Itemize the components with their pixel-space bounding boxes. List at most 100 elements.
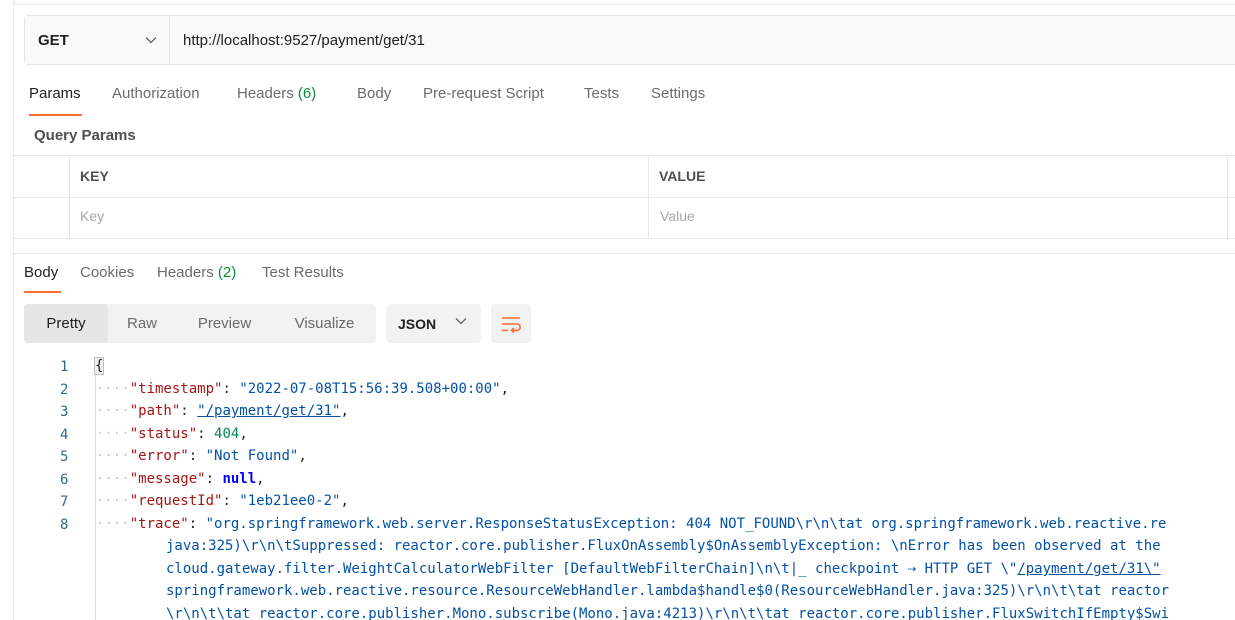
comma: ,	[239, 426, 248, 442]
tab-headers-count: (6)	[297, 85, 317, 102]
line-number: 4	[60, 427, 69, 443]
json-string: "2022-07-08T15:56:39.508+00:00"	[239, 381, 501, 397]
tab-authorization[interactable]: Authorization	[112, 85, 200, 102]
json-number: 404	[214, 426, 240, 442]
indent-dots: ····	[96, 448, 130, 464]
comma: ,	[340, 403, 349, 419]
code-line-3: ····"path": "/payment/get/31",	[96, 403, 349, 419]
line-number: 6	[60, 472, 69, 488]
json-key: "trace"	[129, 516, 189, 532]
json-key: "path"	[129, 403, 181, 419]
key-input[interactable]: Key	[80, 208, 104, 224]
colon: :	[197, 426, 215, 442]
code-line-5: ····"error": "Not Found",	[96, 448, 307, 464]
tab-response-body[interactable]: Body	[24, 264, 58, 281]
view-raw-button[interactable]: Raw	[108, 304, 176, 343]
response-body-viewer[interactable]: 1 2 3 4 5 6 7 8 { ····"timestamp": "2022…	[0, 355, 1235, 620]
method-label: GET	[38, 31, 69, 49]
trace-string: cloud.gateway.filter.WeightCalculatorWeb…	[166, 561, 1018, 577]
tab-tests[interactable]: Tests	[584, 85, 619, 102]
chevron-down-icon	[455, 318, 467, 325]
chevron-down-icon	[145, 37, 157, 44]
comma: ,	[298, 448, 307, 464]
indent-dots: ····	[96, 381, 130, 397]
format-select[interactable]: JSON	[386, 304, 481, 343]
json-key: "requestId"	[129, 493, 223, 509]
indent-dots: ····	[96, 493, 130, 509]
request-url-bar: GET http://localhost:9527/payment/get/31	[24, 15, 1235, 65]
tab-test-results[interactable]: Test Results	[262, 264, 344, 281]
value-input[interactable]: Value	[660, 208, 695, 224]
colon: :	[205, 471, 223, 487]
column-divider	[69, 156, 70, 238]
code-line-4: ····"status": 404,	[96, 426, 248, 442]
url-input[interactable]: http://localhost:9527/payment/get/31	[170, 16, 1235, 64]
json-string: "1eb21ee0-2"	[239, 493, 341, 509]
comma: ,	[500, 381, 510, 397]
indent-dots: ····	[96, 403, 130, 419]
indent-dots: ····	[96, 516, 130, 532]
top-panel-edge	[14, 0, 1235, 5]
table-header-row: KEY VALUE	[13, 156, 1235, 198]
tab-cookies[interactable]: Cookies	[80, 264, 134, 281]
format-label: JSON	[398, 315, 437, 332]
comma: ,	[340, 493, 349, 509]
colon: :	[180, 403, 198, 419]
line-number: 8	[60, 517, 69, 533]
json-string: "Not Found"	[205, 448, 299, 464]
colon: :	[188, 448, 206, 464]
indent-dots: ····	[96, 426, 130, 442]
path-link[interactable]: "/payment/get/31"	[197, 403, 340, 419]
code-line-8: ····"trace": "org.springframework.web.se…	[96, 516, 1166, 532]
open-brace: {	[94, 357, 105, 375]
table-row: Key Value	[13, 198, 1235, 239]
line-number: 3	[60, 404, 69, 420]
code-line-6: ····"message": null,	[96, 471, 265, 487]
colon: :	[222, 381, 240, 397]
json-key: "status"	[129, 426, 198, 442]
query-params-table: KEY VALUE Key Value	[13, 155, 1235, 239]
trace-string: "org.springframework.web.server.Response…	[205, 516, 1167, 532]
json-key: "timestamp"	[129, 381, 223, 397]
code-line-8-wrap-3: springframework.web.reactive.resource.Re…	[166, 583, 1169, 599]
query-params-title: Query Params	[34, 127, 136, 144]
trace-path-link[interactable]: /payment/get/31\"	[1017, 561, 1160, 577]
trace-string: java:325)\r\n\tSuppressed: reactor.core.…	[166, 538, 1161, 554]
column-divider	[1227, 156, 1228, 238]
active-response-tab-indicator	[24, 291, 61, 293]
json-null: null	[222, 471, 257, 487]
column-header-key: KEY	[80, 168, 109, 184]
tab-settings[interactable]: Settings	[651, 85, 705, 102]
code-line-8-wrap-4: \r\n\t\tat reactor.core.publisher.Mono.s…	[166, 606, 1169, 620]
line-number: 5	[60, 449, 69, 465]
code-line-8-wrap-1: java:325)\r\n\tSuppressed: reactor.core.…	[166, 538, 1161, 554]
tab-headers[interactable]: Headers (6)	[237, 85, 316, 102]
tab-body[interactable]: Body	[357, 85, 391, 102]
indent-dots: ····	[96, 471, 130, 487]
wrap-lines-button[interactable]	[491, 304, 531, 343]
column-divider	[648, 156, 649, 238]
column-header-value: VALUE	[659, 168, 706, 184]
view-visualize-button[interactable]: Visualize	[273, 304, 376, 343]
line-number: 1	[60, 359, 69, 375]
response-divider[interactable]	[13, 253, 1235, 254]
code-line-7: ····"requestId": "1eb21ee0-2",	[96, 493, 349, 509]
tab-response-headers[interactable]: Headers (2)	[157, 264, 236, 281]
colon: :	[222, 493, 240, 509]
active-tab-indicator	[29, 114, 82, 116]
view-pretty-button[interactable]: Pretty	[24, 304, 108, 343]
line-number: 2	[60, 382, 69, 398]
tab-pre-request-script[interactable]: Pre-request Script	[423, 85, 544, 102]
view-preview-button[interactable]: Preview	[176, 304, 273, 343]
json-key: "error"	[129, 448, 189, 464]
colon: :	[188, 516, 206, 532]
tab-response-headers-count: (2)	[217, 264, 237, 281]
comma: ,	[256, 471, 265, 487]
code-line-1: {	[94, 357, 105, 375]
method-select[interactable]: GET	[25, 16, 170, 64]
tab-headers-label: Headers	[237, 85, 294, 102]
url-text: http://localhost:9527/payment/get/31	[183, 31, 425, 49]
wrap-lines-icon	[502, 316, 521, 333]
line-number: 7	[60, 494, 69, 510]
tab-params[interactable]: Params	[29, 85, 81, 102]
